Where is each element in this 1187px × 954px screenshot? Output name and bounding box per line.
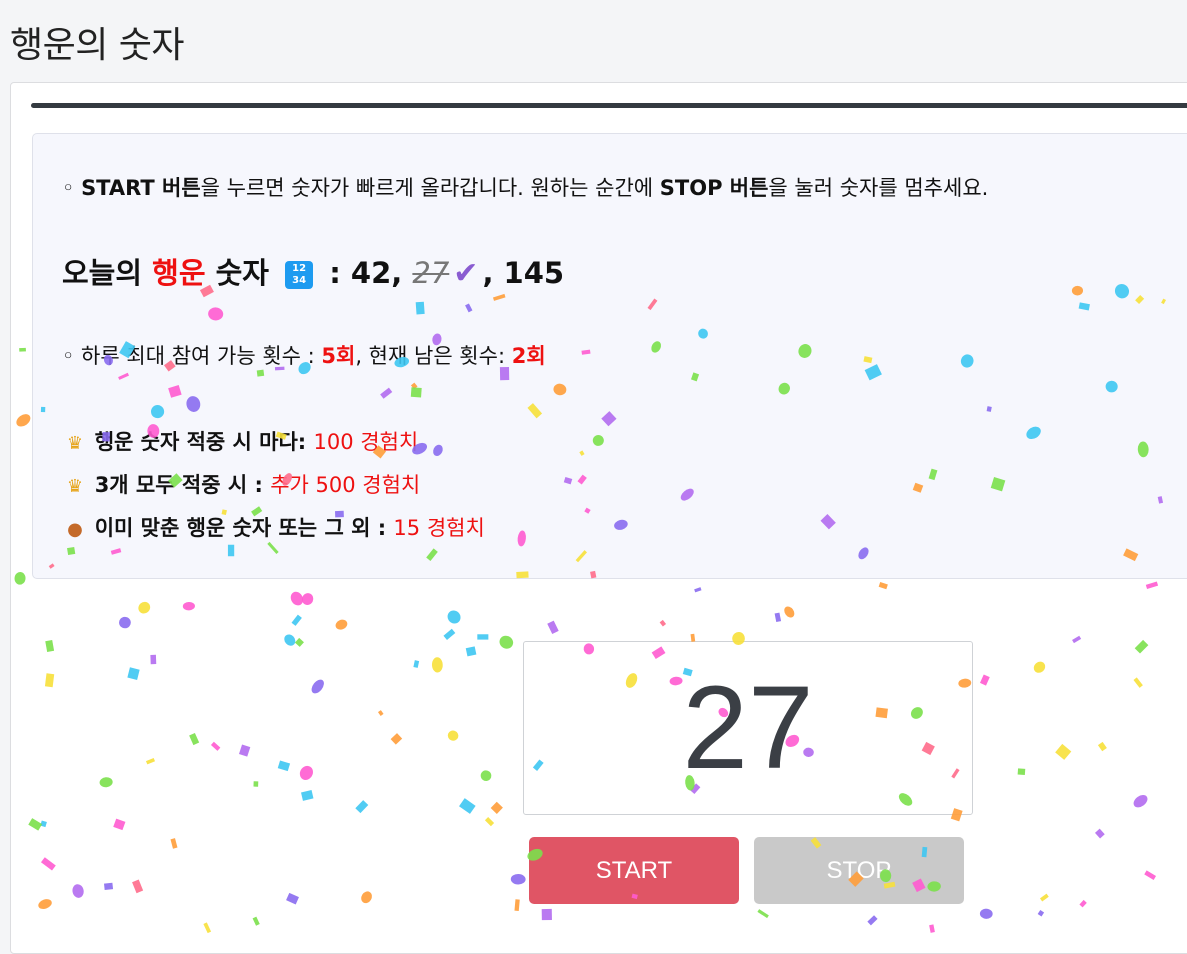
max-attempts: 5회 [321, 344, 356, 368]
lucky-number-3: , 145 [482, 256, 565, 290]
reward-item-1: ♛ 행운 숫자 적중 시 마다: 100 경험치 [62, 426, 418, 456]
stop-keyword: STOP 버튼 [659, 176, 769, 200]
page-title: 행운의 숫자 [10, 25, 185, 66]
number-display: 27 [523, 641, 973, 815]
info-box: ◦ START 버튼을 누르면 숫자가 빠르게 올라갑니다. 원하는 순간에 S… [32, 133, 1187, 579]
lucky-number-2-matched: 27 [412, 256, 450, 290]
lucky-number-1: 42, [350, 256, 413, 290]
top-divider [31, 103, 1187, 108]
start-button[interactable]: START [529, 837, 739, 904]
crown-icon: ♛ [66, 476, 84, 497]
remaining-attempts: 2회 [511, 344, 546, 368]
lucky-numbers-line: 오늘의 행운 숫자 12 34 : 42, 27 ✔, 145 [62, 256, 565, 291]
numbers-emoji-icon: 12 34 [285, 261, 314, 289]
check-mark-icon: ✔ [453, 256, 479, 291]
instruction-line: ◦ START 버튼을 누르면 숫자가 빠르게 올라갑니다. 원하는 순간에 S… [62, 176, 989, 200]
reward-item-2: ♛ 3개 모두 적중 시 : 추가 500 경험치 [62, 469, 420, 499]
start-keyword: START 버튼 [81, 176, 201, 200]
attempts-line: ◦ 하루 최대 참여 가능 횟수 : 5회, 현재 남은 횟수: 2회 [62, 344, 546, 368]
medal-icon: ● [67, 519, 83, 540]
lucky-highlight: 행운 [152, 256, 206, 290]
reward-item-3: ● 이미 맞춘 행운 숫자 또는 그 외 : 15 경험치 [62, 512, 485, 542]
current-number: 27 [682, 662, 814, 794]
main-card: ◦ START 버튼을 누르면 숫자가 빠르게 올라갑니다. 원하는 순간에 S… [10, 82, 1187, 954]
stop-button[interactable]: STOP [754, 837, 964, 904]
crown-icon: ♛ [66, 433, 84, 454]
